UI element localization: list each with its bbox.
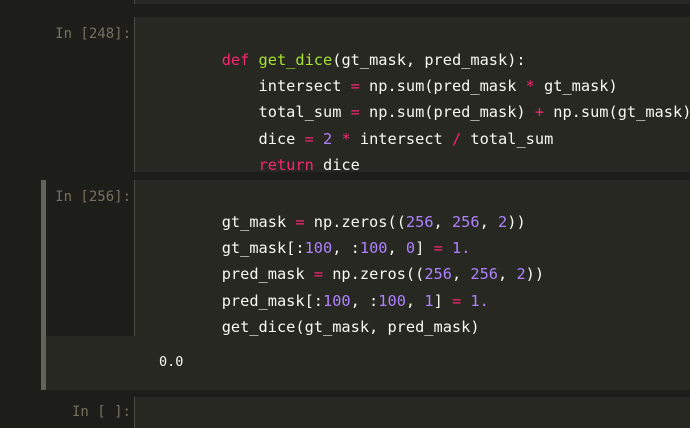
code-cell-empty[interactable]: In [ ]:	[41, 397, 690, 428]
cell-output-text: 0.0	[159, 354, 184, 370]
code-input-area[interactable]	[134, 397, 690, 428]
code-cell-256[interactable]: In [256]: gt_mask = np.zeros((256, 256, …	[41, 180, 690, 390]
code-input-area[interactable]: def get_dice(gt_mask, pred_mask): inters…	[134, 17, 690, 174]
cell-output-area: 0.0	[46, 336, 690, 390]
code-cell-248[interactable]: In [248]: def get_dice(gt_mask, pred_mas…	[41, 17, 690, 174]
return-keyword: return	[258, 156, 314, 174]
previous-cell-remnant	[134, 0, 690, 4]
cell-prompt: In [ ]:	[71, 404, 131, 420]
code-input-area[interactable]: gt_mask = np.zeros((256, 256, 2)) gt_mas…	[134, 180, 690, 336]
cell-prompt: In [256]:	[55, 189, 131, 205]
notebook-page: In [248]: def get_dice(gt_mask, pred_mas…	[0, 0, 690, 428]
cell-prompt: In [248]:	[55, 26, 131, 42]
